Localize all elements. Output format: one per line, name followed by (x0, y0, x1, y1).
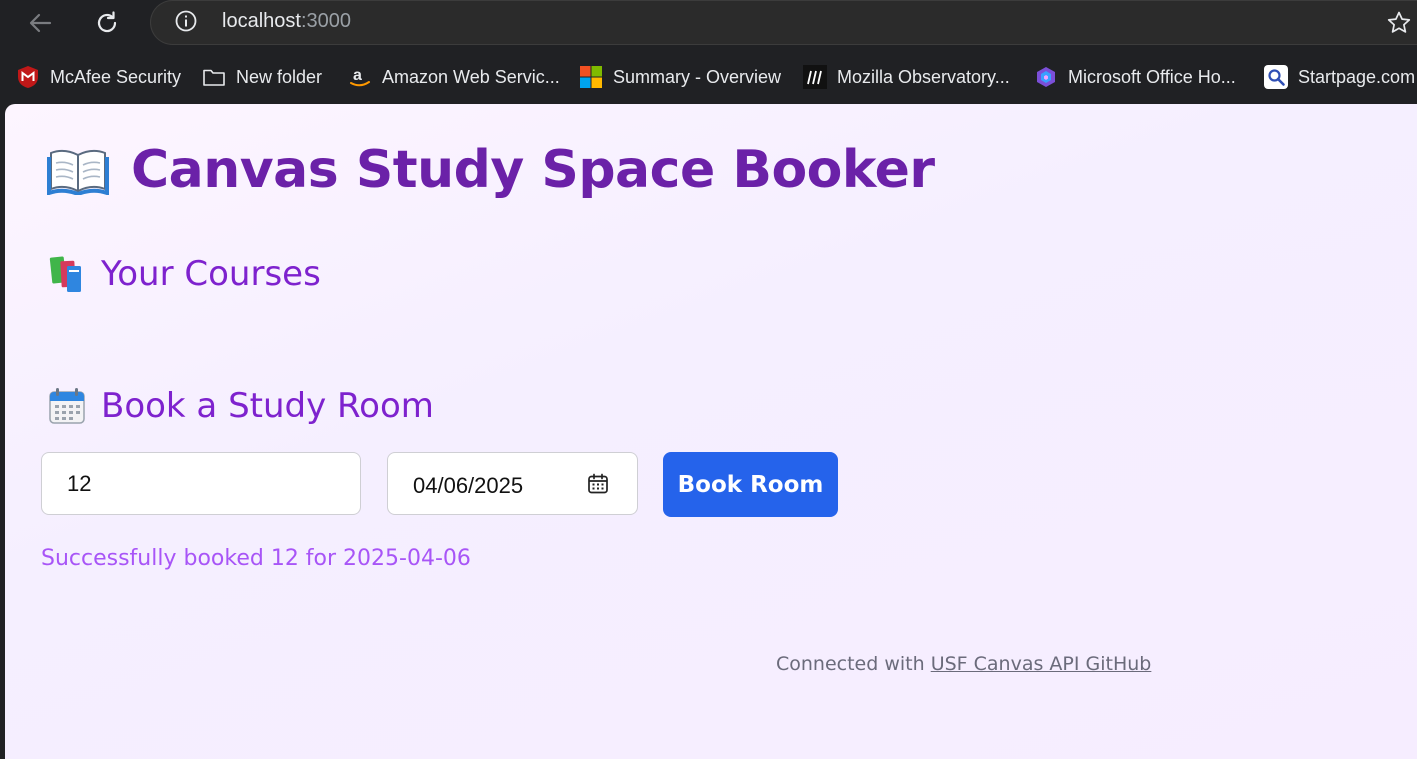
bookmark-label: Summary - Overview (613, 66, 782, 87)
url-port: :3000 (300, 10, 351, 32)
mozilla-observatory-icon (803, 65, 827, 89)
page-content: Canvas Study Space Booker Your Courses B… (5, 104, 1417, 759)
canvas-api-github-link[interactable]: USF Canvas API GitHub (931, 653, 1152, 675)
mcafee-icon (18, 66, 38, 88)
reload-icon (97, 11, 117, 33)
folder-icon (203, 69, 225, 86)
microsoft-logo-icon (580, 66, 602, 88)
site-info-icon[interactable] (175, 10, 197, 32)
bookmark-new-folder[interactable]: New folder (202, 64, 322, 90)
calendar-icon (49, 388, 85, 424)
bookmark-label: Amazon Web Servic... (382, 66, 560, 87)
courses-heading-text: Your Courses (101, 254, 321, 294)
bookmark-label: Startpage.com (1298, 66, 1416, 87)
app-title: Canvas Study Space Booker (131, 140, 935, 200)
book-room-button[interactable]: Book Room (663, 452, 838, 517)
startpage-icon (1264, 65, 1288, 89)
open-book-icon (47, 149, 109, 195)
browser-toolbar: localhost:3000 (0, 0, 1417, 50)
date-value: 04/06/2025 (413, 473, 524, 498)
date-input[interactable]: 04/06/2025 (387, 452, 638, 515)
success-message: Successfully booked 12 for 2025-04-06 (41, 546, 471, 571)
bookmark-mcafee[interactable]: McAfee Security (16, 64, 181, 90)
back-arrow-icon (29, 13, 52, 33)
bookmark-star-icon[interactable] (1386, 10, 1412, 36)
bookmark-mozilla-observatory[interactable]: Mozilla Observatory... (803, 64, 1010, 90)
bookmark-label: Microsoft Office Ho... (1068, 66, 1236, 87)
bookmark-microsoft-office[interactable]: Microsoft Office Ho... (1034, 64, 1236, 90)
books-icon (49, 256, 81, 292)
bookmarks-bar: McAfee Security New folder a Amazon Web … (0, 50, 1417, 104)
office-icon (1037, 67, 1055, 87)
bookmark-label: McAfee Security (50, 66, 182, 87)
address-bar[interactable]: localhost:3000 (150, 0, 1417, 45)
bookmark-label: Mozilla Observatory... (837, 66, 1010, 87)
bookmark-startpage[interactable]: Startpage.com (1264, 64, 1415, 90)
bookmark-amazon[interactable]: a Amazon Web Servic... (348, 64, 560, 90)
back-button[interactable] (25, 8, 55, 38)
amazon-icon: a (350, 67, 370, 87)
bookmark-summary-overview[interactable]: Summary - Overview (579, 64, 781, 90)
room-number-input[interactable] (41, 452, 361, 515)
book-room-heading: Book a Study Room (47, 386, 434, 426)
page-title: Canvas Study Space Booker (47, 140, 935, 200)
date-picker-icon[interactable] (587, 473, 609, 495)
footer: Connected with USF Canvas API GitHub (776, 653, 1151, 675)
footer-prefix: Connected with (776, 653, 931, 675)
url-host: localhost (222, 10, 301, 32)
svg-text:a: a (353, 67, 362, 84)
book-room-heading-text: Book a Study Room (101, 386, 434, 426)
reload-button[interactable] (92, 8, 122, 38)
url-text[interactable]: localhost:3000 (222, 10, 351, 33)
bookmark-label: New folder (236, 66, 323, 87)
courses-heading: Your Courses (47, 254, 321, 294)
